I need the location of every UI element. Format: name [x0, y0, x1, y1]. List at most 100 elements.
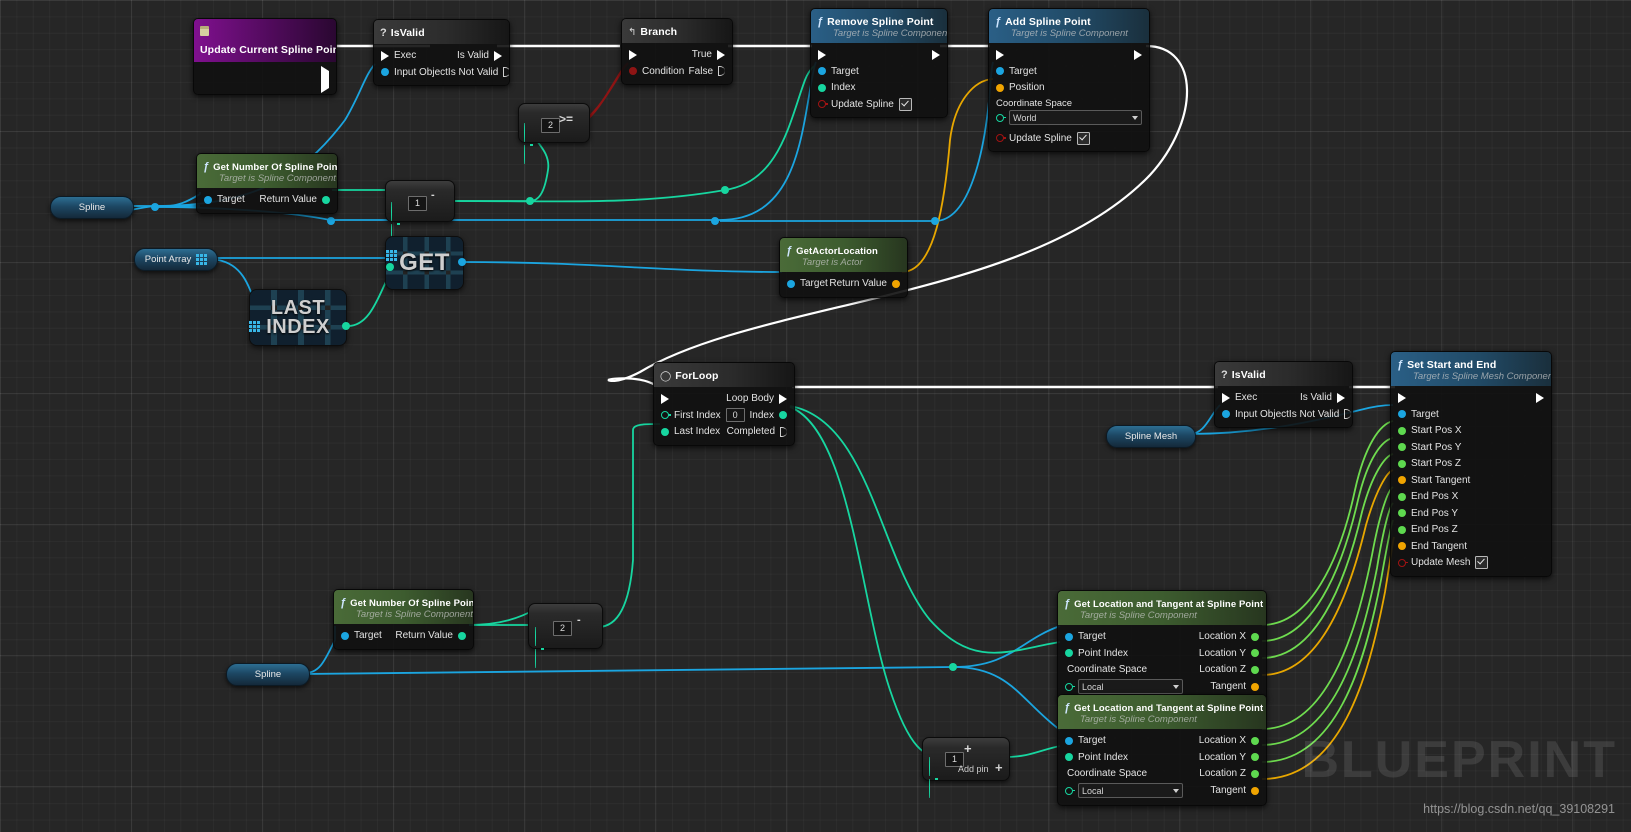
tangent-pin[interactable] — [1251, 683, 1259, 691]
coordinate-space-dropdown[interactable]: World — [1009, 110, 1142, 125]
location-x-pin[interactable] — [1251, 633, 1259, 641]
pin-row-coordinate-space[interactable]: World — [989, 109, 1149, 127]
condition-pin[interactable] — [629, 67, 637, 75]
exec-in-pin[interactable] — [996, 50, 1004, 60]
return-value-pin[interactable] — [458, 632, 466, 640]
pin-row-start-pos-z[interactable]: Start Pos Z — [1391, 455, 1551, 472]
blueprint-graph-canvas[interactable]: Update Current Spline Point ?IsValid Exe… — [0, 0, 1631, 832]
pin-row-end-pos-z[interactable]: End Pos Z — [1391, 521, 1551, 538]
input-object-pin[interactable] — [1222, 410, 1230, 418]
exec-in-pin[interactable] — [629, 50, 637, 60]
pin-row-exec[interactable] — [811, 46, 947, 63]
var-spline-top[interactable]: Spline — [50, 196, 134, 219]
pin-row-last-index[interactable]: Last Index Completed — [654, 423, 794, 440]
pin-row-target[interactable]: Target Location X — [1058, 628, 1266, 645]
exec-out-pin[interactable] — [1536, 393, 1544, 403]
pin-row-target[interactable]: Target Location X — [1058, 732, 1266, 749]
exec-out-is-valid[interactable] — [494, 51, 502, 61]
last-index-array-in-pin[interactable] — [249, 321, 260, 332]
last-index-pin[interactable] — [661, 428, 669, 436]
point-index-pin[interactable] — [1065, 753, 1073, 761]
first-index-input[interactable]: 0 — [726, 408, 745, 423]
node-add-spline-point[interactable]: ƒAdd Spline Point Target is Spline Compo… — [988, 8, 1150, 152]
pin-row-update-mesh[interactable]: Update Mesh — [1391, 554, 1551, 571]
return-value-pin[interactable] — [322, 196, 330, 204]
pin-row-end-pos-x[interactable]: End Pos X — [1391, 488, 1551, 505]
pin-row-end-tangent[interactable]: End Tangent — [1391, 538, 1551, 555]
pin-row-target[interactable]: Target Return Value — [197, 191, 337, 208]
input-object-pin[interactable] — [381, 68, 389, 76]
operand-b-pin[interactable] — [524, 124, 533, 164]
node-branch[interactable]: ↰Branch True Condition False — [621, 18, 733, 85]
pin-row-exec[interactable] — [1391, 389, 1551, 406]
end-pos-x-pin[interactable] — [1398, 493, 1406, 501]
pin-row-target[interactable]: Target Return Value — [334, 627, 473, 644]
end-pos-z-pin[interactable] — [1398, 526, 1406, 534]
node-update-current-spline-point[interactable]: Update Current Spline Point — [193, 18, 337, 95]
pin-row-start-tangent[interactable]: Start Tangent — [1391, 472, 1551, 489]
update-spline-checkbox[interactable] — [1077, 132, 1090, 145]
target-pin[interactable] — [204, 196, 212, 204]
node-get-location-and-tangent-2[interactable]: ƒGet Location and Tangent at Spline Poin… — [1057, 694, 1267, 806]
exec-out-is-not-valid[interactable] — [1344, 409, 1351, 419]
pin-row-target[interactable]: Target — [811, 63, 947, 80]
node-subtract-bottom[interactable]: 2 - — [528, 603, 603, 649]
tangent-pin[interactable] — [1251, 787, 1259, 795]
compare-value-input[interactable]: 2 — [541, 118, 560, 133]
index-pin[interactable] — [818, 84, 826, 92]
update-spline-pin[interactable] — [818, 100, 826, 108]
node-isvalid-top[interactable]: ?IsValid Exec Is Valid Input Object Is N… — [373, 19, 510, 86]
start-pos-x-pin[interactable] — [1398, 427, 1406, 435]
subtract-value-input[interactable]: 1 — [408, 196, 427, 211]
exec-out-completed[interactable] — [780, 427, 787, 437]
target-pin[interactable] — [787, 280, 795, 288]
subtract-value-input[interactable]: 2 — [553, 621, 572, 636]
exec-in-pin[interactable] — [1222, 393, 1230, 403]
exec-out-loop-body[interactable] — [779, 394, 787, 404]
exec-in-pin[interactable] — [1398, 393, 1406, 403]
update-mesh-checkbox[interactable] — [1475, 556, 1488, 569]
pin-row-point-index[interactable]: Point Index Location Y — [1058, 645, 1266, 662]
exec-out-true[interactable] — [717, 50, 725, 60]
node-get-number-of-spline-points-top[interactable]: ƒGet Number Of Spline Points Target is S… — [196, 153, 338, 214]
target-pin[interactable] — [1398, 410, 1406, 418]
exec-out-false[interactable] — [718, 66, 725, 76]
location-z-pin[interactable] — [1251, 770, 1259, 778]
pin-row-target[interactable]: Target Return Value — [780, 275, 907, 292]
exec-in-pin[interactable] — [381, 51, 389, 61]
start-pos-z-pin[interactable] — [1398, 460, 1406, 468]
coordinate-space-pin[interactable] — [1065, 787, 1073, 795]
pin-row-target[interactable]: Target — [1391, 406, 1551, 423]
pin-row-exec[interactable]: Loop Body — [654, 390, 794, 407]
pin-row-end-pos-y[interactable]: End Pos Y — [1391, 505, 1551, 522]
target-pin[interactable] — [341, 632, 349, 640]
position-pin[interactable] — [996, 84, 1004, 92]
get-index-in-pin[interactable] — [386, 263, 394, 271]
pin-row-update-spline[interactable]: Update Spline — [811, 96, 947, 113]
pin-row-start-pos-x[interactable]: Start Pos X — [1391, 422, 1551, 439]
update-spline-pin[interactable] — [996, 134, 1004, 142]
coordinate-space-dropdown[interactable]: Local — [1078, 679, 1183, 694]
node-subtract-top[interactable]: 1 - — [385, 180, 455, 222]
pin-row-point-index[interactable]: Point Index Location Y — [1058, 749, 1266, 766]
exec-out-pin[interactable] — [321, 71, 329, 89]
target-pin[interactable] — [1065, 633, 1073, 641]
end-tangent-pin[interactable] — [1398, 542, 1406, 550]
last-index-out-pin[interactable] — [342, 322, 350, 330]
add-pin-label[interactable]: Add pin — [958, 764, 989, 774]
pin-row-condition[interactable]: Condition False — [622, 63, 732, 80]
var-spline-bottom[interactable]: Spline — [226, 663, 310, 686]
pin-row-update-spline[interactable]: Update Spline — [989, 130, 1149, 147]
location-y-pin[interactable] — [1251, 649, 1259, 657]
coordinate-space-pin[interactable] — [1065, 683, 1073, 691]
node-add[interactable]: 1 + Add pin + — [922, 737, 1010, 781]
pin-row-exec[interactable]: True — [622, 46, 732, 63]
pin-row-exec[interactable]: Exec Is Valid — [374, 47, 509, 64]
node-forloop[interactable]: ◯ForLoop Loop Body First Index0 Index La… — [653, 362, 795, 446]
coordinate-space-dropdown[interactable]: Local — [1078, 783, 1183, 798]
location-z-pin[interactable] — [1251, 666, 1259, 674]
get-array-in-pin[interactable] — [386, 250, 397, 261]
node-set-start-and-end[interactable]: ƒSet Start and End Target is Spline Mesh… — [1390, 351, 1552, 577]
node-get-array-element[interactable]: GET — [385, 236, 464, 290]
exec-out-pin[interactable] — [1134, 50, 1142, 60]
